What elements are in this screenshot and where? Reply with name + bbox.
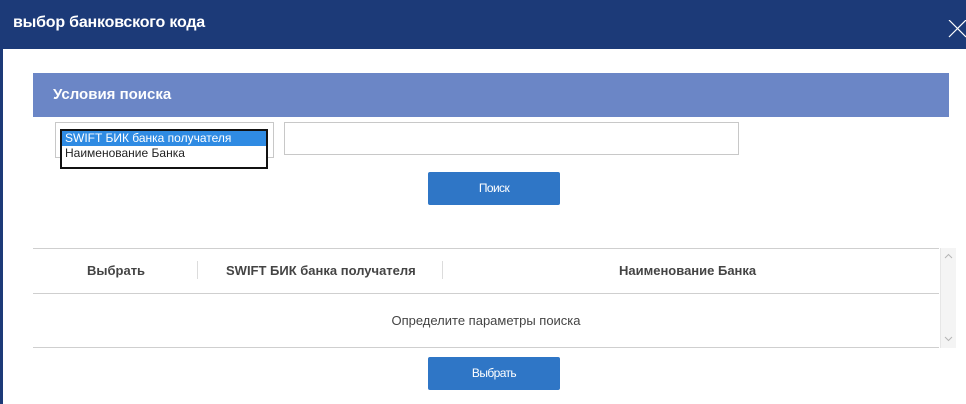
scroll-up-icon[interactable] <box>944 252 953 261</box>
search-field-listbox[interactable]: SWIFT БИК банка получателя Наименование … <box>60 129 268 169</box>
search-input[interactable] <box>284 122 739 155</box>
column-separator <box>197 261 198 279</box>
bank-code-dialog: выбор банковского кода Условия поиска SW… <box>0 0 966 404</box>
table-top-border <box>33 248 939 249</box>
table-bottom-border <box>33 347 939 348</box>
column-separator <box>442 261 443 279</box>
select-button[interactable]: Выбрать <box>428 357 560 390</box>
option-swift-bic[interactable]: SWIFT БИК банка получателя <box>62 131 266 146</box>
dialog-left-border <box>0 49 3 404</box>
search-conditions-title: Условия поиска <box>53 86 172 103</box>
option-bank-name[interactable]: Наименование Банка <box>62 146 266 161</box>
search-button[interactable]: Поиск <box>428 172 560 205</box>
table-empty-message: Определите параметры поиска <box>391 313 581 328</box>
table-scrollbar[interactable] <box>940 248 956 348</box>
scroll-down-icon[interactable] <box>944 334 953 343</box>
search-conditions-header: Условия поиска <box>33 73 949 117</box>
column-header-select: Выбрать <box>87 263 146 278</box>
close-icon[interactable] <box>947 20 966 39</box>
column-header-bank-name: Наименование Банка <box>619 263 757 278</box>
dialog-title: выбор банковского кода <box>13 14 205 31</box>
column-header-swift-bic: SWIFT БИК банка получателя <box>226 263 416 278</box>
table-header-divider <box>33 293 939 294</box>
dialog-titlebar: выбор банковского кода <box>0 0 966 49</box>
